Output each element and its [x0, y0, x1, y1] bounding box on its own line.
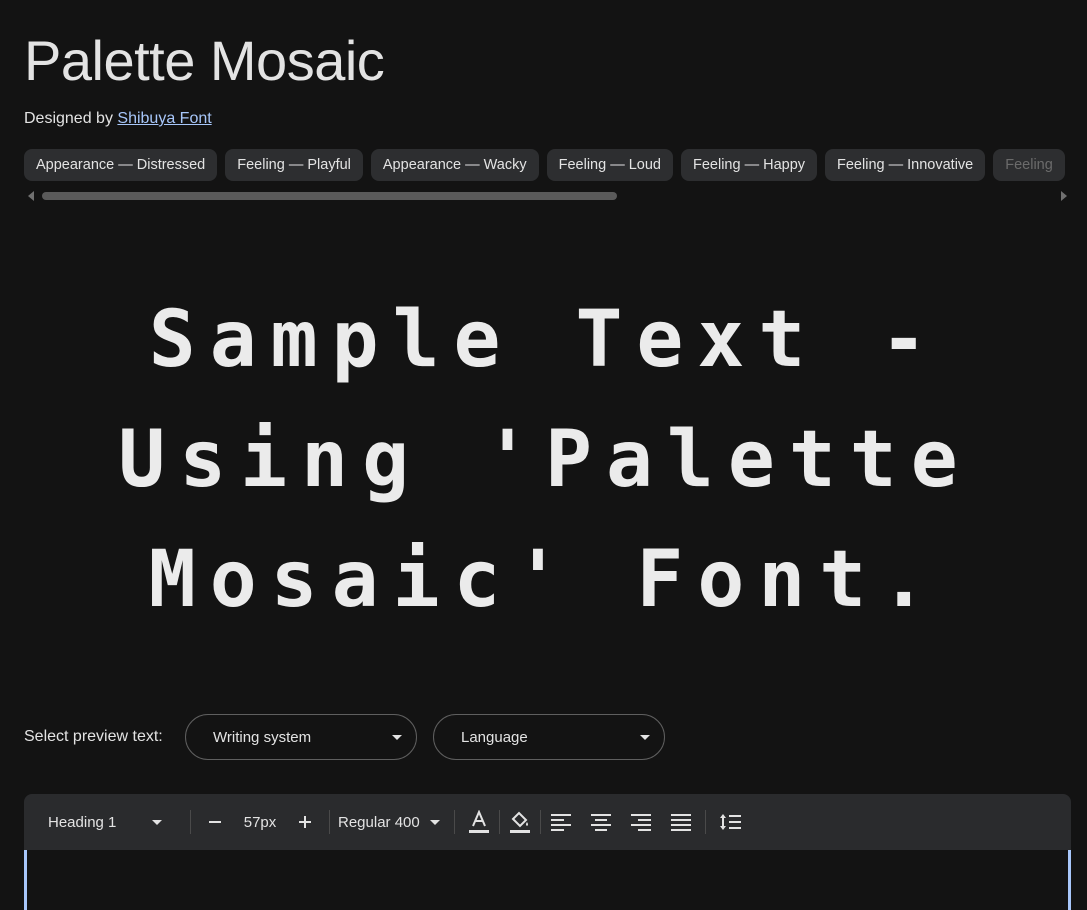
- editor-toolbar: Heading 1 57px Regular 400: [24, 794, 1071, 850]
- divider: [190, 810, 191, 834]
- tag-chip[interactable]: Feeling — Playful: [225, 149, 363, 181]
- chevron-down-icon: [392, 735, 402, 740]
- tag-chip[interactable]: Feeling — Happy: [680, 149, 818, 181]
- tag-scrollbar[interactable]: [24, 190, 1071, 202]
- style-value: Heading 1: [48, 813, 117, 831]
- weight-value: Regular 400: [338, 813, 420, 831]
- preview-text-label: Select preview text:: [24, 728, 163, 745]
- editor-area[interactable]: [24, 850, 1071, 910]
- align-left-icon: [550, 814, 571, 831]
- decrease-size-button[interactable]: [199, 806, 231, 838]
- tag-chip[interactable]: Feeling: [993, 149, 1065, 181]
- highlight-button[interactable]: [504, 806, 536, 838]
- tag-chip[interactable]: Feeling — Loud: [546, 149, 673, 181]
- line-height-icon: [719, 814, 741, 830]
- justify-button[interactable]: [665, 806, 697, 838]
- chevron-down-icon: [429, 819, 440, 825]
- weight-select[interactable]: Regular 400: [338, 794, 440, 850]
- sample-text-preview: Sample Text - Using 'Palette Mosaic' Fon…: [118, 295, 972, 625]
- justify-icon: [670, 814, 691, 831]
- scroll-left-icon[interactable]: [28, 191, 34, 201]
- tag-chip[interactable]: Appearance — Distressed: [24, 149, 218, 181]
- tag-chip[interactable]: Feeling — Innovative: [825, 149, 986, 181]
- plus-icon: [299, 816, 311, 828]
- scroll-right-icon[interactable]: [1061, 191, 1067, 201]
- page-title: Palette Mosaic: [24, 29, 385, 92]
- align-center-button[interactable]: [585, 806, 617, 838]
- chevron-down-icon: [640, 735, 650, 740]
- increase-size-button[interactable]: [289, 806, 321, 838]
- designer-line: Designed by Shibuya Font: [24, 110, 212, 128]
- language-value: Language: [461, 729, 528, 746]
- tag-list: Appearance — Distressed Feeling — Playfu…: [24, 149, 1087, 181]
- chevron-down-icon: [152, 819, 163, 825]
- minus-icon: [209, 821, 221, 823]
- writing-system-value: Writing system: [213, 729, 312, 746]
- divider: [498, 810, 500, 834]
- scroll-thumb[interactable]: [42, 192, 617, 200]
- align-right-button[interactable]: [625, 806, 657, 838]
- font-size-value[interactable]: 57px: [231, 794, 289, 850]
- align-left-button[interactable]: [545, 806, 577, 838]
- divider: [704, 810, 706, 834]
- align-right-icon: [630, 814, 651, 831]
- designer-link[interactable]: Shibuya Font: [117, 110, 211, 127]
- designed-by-label: Designed by: [24, 110, 113, 127]
- style-select[interactable]: Heading 1: [24, 794, 178, 850]
- divider: [329, 810, 330, 834]
- text-color-icon: [468, 810, 489, 833]
- line-height-button[interactable]: [714, 806, 746, 838]
- text-color-button[interactable]: [463, 806, 495, 838]
- tag-chip[interactable]: Appearance — Wacky: [370, 149, 539, 181]
- align-center-icon: [590, 814, 611, 831]
- divider: [453, 810, 455, 834]
- language-select[interactable]: Language: [433, 714, 665, 760]
- writing-system-select[interactable]: Writing system: [185, 714, 417, 760]
- divider: [539, 810, 541, 834]
- highlight-icon: [509, 811, 530, 833]
